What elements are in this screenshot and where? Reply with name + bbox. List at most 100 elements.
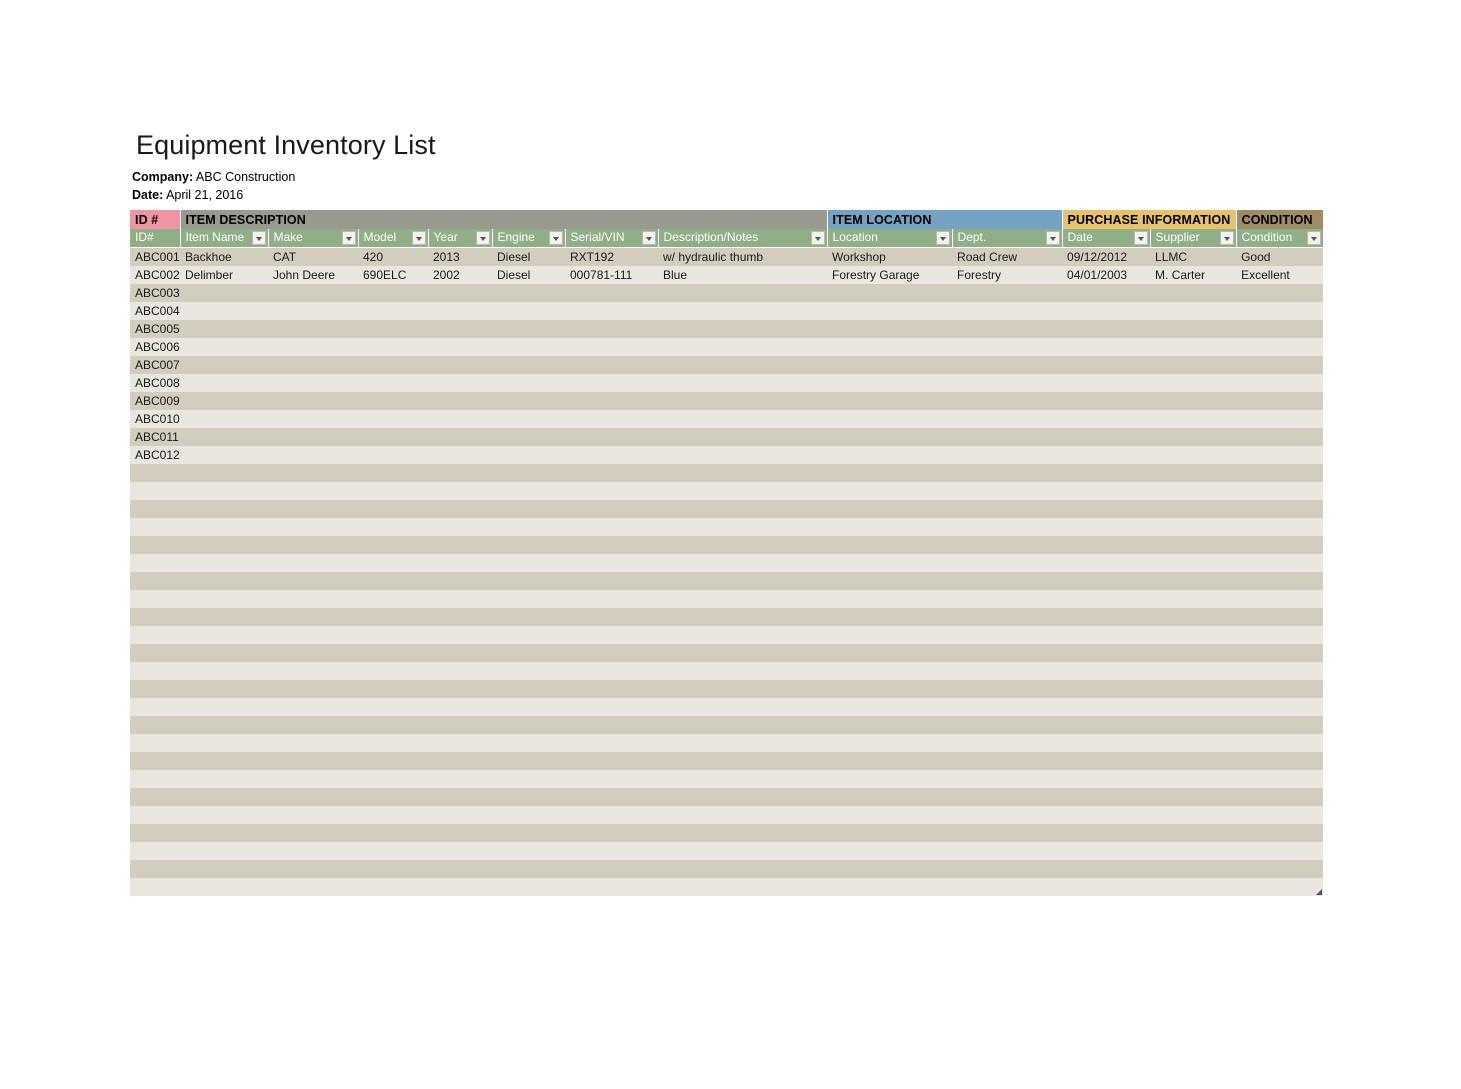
table-cell[interactable]: ABC004 <box>130 302 180 320</box>
table-cell[interactable] <box>1236 374 1324 392</box>
table-cell[interactable] <box>952 608 1063 626</box>
table-cell[interactable] <box>268 680 358 698</box>
chevron-down-icon[interactable] <box>1133 231 1148 245</box>
table-cell[interactable] <box>1236 320 1324 338</box>
column-header-location[interactable]: Location <box>827 229 953 248</box>
table-cell[interactable] <box>358 572 428 590</box>
table-cell[interactable]: ABC001 <box>130 247 180 266</box>
table-row[interactable] <box>130 626 1324 644</box>
table-cell[interactable] <box>1062 572 1151 590</box>
table-cell[interactable] <box>180 374 268 392</box>
table-cell[interactable] <box>428 536 492 554</box>
table-row[interactable] <box>130 572 1324 590</box>
table-cell[interactable] <box>1150 626 1237 644</box>
table-cell[interactable] <box>658 338 828 356</box>
table-cell[interactable] <box>1236 518 1324 536</box>
table-cell[interactable] <box>952 446 1063 464</box>
table-cell[interactable] <box>1062 716 1151 734</box>
table-cell[interactable] <box>268 752 358 770</box>
table-cell[interactable] <box>1062 770 1151 788</box>
table-cell[interactable] <box>268 446 358 464</box>
table-cell[interactable] <box>180 842 268 860</box>
table-row[interactable]: ABC009 <box>130 392 1324 410</box>
table-cell[interactable] <box>180 500 268 518</box>
chevron-down-icon[interactable] <box>1306 231 1321 245</box>
table-cell[interactable] <box>1150 788 1237 806</box>
table-cell[interactable]: Diesel <box>492 247 565 266</box>
chevron-down-icon[interactable] <box>810 231 825 245</box>
table-cell[interactable] <box>952 752 1063 770</box>
table-cell[interactable] <box>180 590 268 608</box>
table-cell[interactable]: 09/12/2012 <box>1062 247 1151 266</box>
table-row[interactable] <box>130 824 1324 842</box>
table-cell[interactable] <box>1150 320 1237 338</box>
table-cell[interactable] <box>180 410 268 428</box>
table-row[interactable] <box>130 788 1324 806</box>
table-cell[interactable] <box>1150 752 1237 770</box>
table-cell[interactable] <box>1150 590 1237 608</box>
table-cell[interactable] <box>180 302 268 320</box>
table-cell[interactable] <box>1062 644 1151 662</box>
table-cell[interactable] <box>268 284 358 302</box>
table-cell[interactable] <box>827 734 953 752</box>
table-cell[interactable] <box>268 302 358 320</box>
table-cell[interactable] <box>268 860 358 878</box>
table-cell[interactable]: ABC005 <box>130 320 180 338</box>
table-cell[interactable] <box>180 860 268 878</box>
table-cell[interactable] <box>130 698 180 716</box>
table-cell[interactable] <box>358 428 428 446</box>
table-cell[interactable] <box>492 860 565 878</box>
table-cell[interactable] <box>827 374 953 392</box>
table-cell[interactable] <box>658 662 828 680</box>
table-cell[interactable] <box>358 662 428 680</box>
table-cell[interactable] <box>952 428 1063 446</box>
table-cell[interactable] <box>658 356 828 374</box>
table-cell[interactable] <box>658 284 828 302</box>
table-cell[interactable]: Good <box>1236 247 1324 266</box>
table-cell[interactable] <box>952 716 1063 734</box>
table-cell[interactable] <box>428 626 492 644</box>
table-cell[interactable] <box>428 572 492 590</box>
table-cell[interactable] <box>827 536 953 554</box>
table-cell[interactable] <box>180 320 268 338</box>
table-row[interactable] <box>130 554 1324 572</box>
table-cell[interactable] <box>1236 428 1324 446</box>
table-cell[interactable] <box>358 680 428 698</box>
table-cell[interactable] <box>268 716 358 734</box>
chevron-down-icon[interactable] <box>548 231 563 245</box>
table-cell[interactable] <box>1150 842 1237 860</box>
table-cell[interactable] <box>180 662 268 680</box>
column-header-year[interactable]: Year <box>428 229 493 248</box>
table-cell[interactable] <box>358 608 428 626</box>
table-cell[interactable] <box>952 770 1063 788</box>
table-cell[interactable] <box>952 338 1063 356</box>
table-cell[interactable] <box>1150 428 1237 446</box>
table-cell[interactable] <box>492 626 565 644</box>
table-cell[interactable]: Road Crew <box>952 247 1063 266</box>
table-row[interactable] <box>130 536 1324 554</box>
table-cell[interactable] <box>565 374 658 392</box>
table-cell[interactable] <box>1150 824 1237 842</box>
table-cell[interactable] <box>1236 392 1324 410</box>
table-cell[interactable] <box>1236 752 1324 770</box>
table-cell[interactable] <box>180 806 268 824</box>
table-cell[interactable]: 420 <box>358 247 428 266</box>
table-cell[interactable] <box>130 608 180 626</box>
table-cell[interactable] <box>1150 806 1237 824</box>
table-cell[interactable] <box>1236 878 1324 896</box>
table-cell[interactable]: Forestry <box>952 266 1063 284</box>
table-cell[interactable] <box>180 554 268 572</box>
table-cell[interactable] <box>492 356 565 374</box>
table-cell[interactable] <box>1062 392 1151 410</box>
table-cell[interactable] <box>658 536 828 554</box>
table-cell[interactable] <box>492 788 565 806</box>
table-cell[interactable] <box>492 410 565 428</box>
table-cell[interactable] <box>1236 788 1324 806</box>
table-cell[interactable] <box>565 464 658 482</box>
table-cell[interactable] <box>492 338 565 356</box>
table-cell[interactable] <box>1062 680 1151 698</box>
table-cell[interactable] <box>952 860 1063 878</box>
table-row[interactable] <box>130 662 1324 680</box>
table-cell[interactable] <box>358 788 428 806</box>
table-cell[interactable] <box>130 806 180 824</box>
